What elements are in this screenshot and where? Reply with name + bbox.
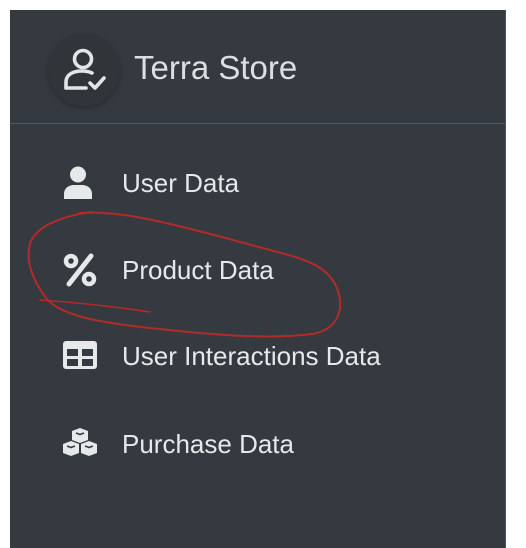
percent-icon-wrap [62,252,102,288]
table-icon [63,341,97,369]
cubes-icon-wrap [62,426,102,462]
sidebar-item-label: User Data [122,168,240,198]
brand-title: Terra Store [134,49,298,86]
user-icon-wrap [62,165,102,201]
brand-avatar [48,34,120,106]
brand-link[interactable]: Terra Store [10,10,505,124]
top-strip [0,0,526,10]
user-icon [64,166,92,199]
page: Terra Store User Data Product Data User … [0,0,526,548]
sidebar-item-label: Purchase Data [122,429,294,459]
sidebar-item-product-data[interactable]: Product Data [10,240,505,300]
percent-icon [63,253,97,287]
user-check-icon [64,48,106,90]
sidebar: Terra Store User Data Product Data User … [10,10,506,548]
sidebar-item-user-data[interactable]: User Data [10,153,505,213]
sidebar-item-purchase-data[interactable]: Purchase Data [10,414,505,474]
sidebar-item-user-interactions-data[interactable]: User Interactions Data [10,326,505,386]
table-icon-wrap [62,338,102,374]
sidebar-item-label: User Interactions Data [122,341,381,371]
sidebar-item-label: Product Data [122,255,274,285]
cubes-icon [63,428,97,456]
